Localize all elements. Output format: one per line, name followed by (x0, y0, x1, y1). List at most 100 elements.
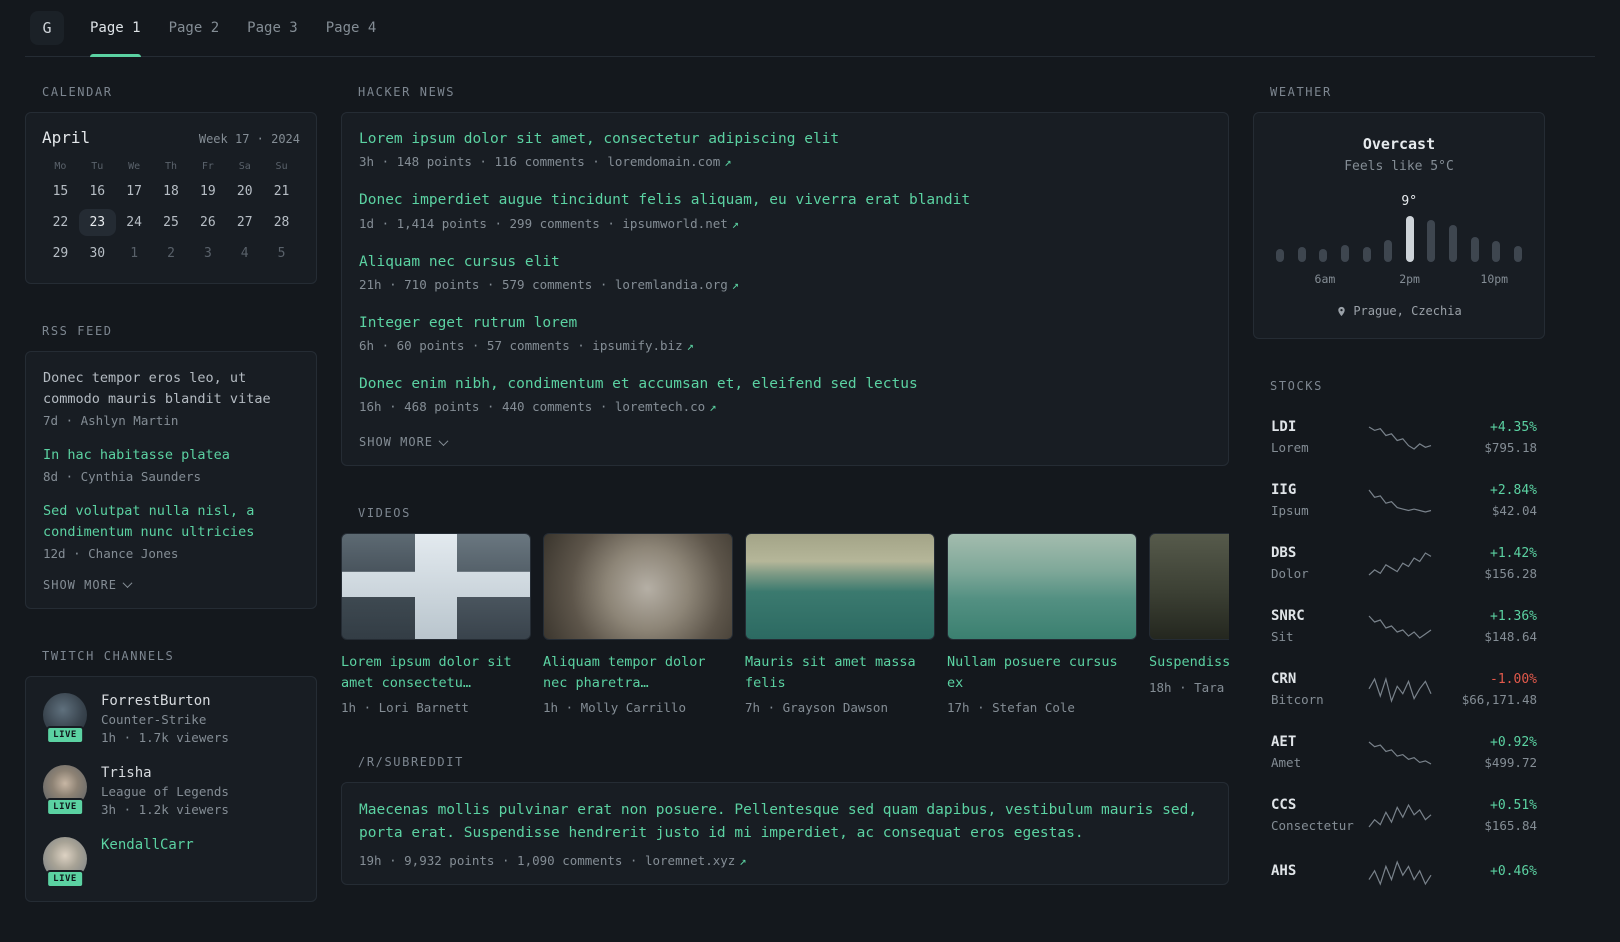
video-title[interactable]: Aliquam tempor dolor nec pharetra… (543, 652, 733, 693)
page-tabs: Page 1 Page 2 Page 3 Page 4 (90, 0, 377, 57)
tab-page-2[interactable]: Page 2 (169, 0, 220, 56)
rss-item-title[interactable]: Donec tempor eros leo, ut commodo mauris… (43, 368, 299, 410)
stock-change: +1.42% (1490, 546, 1537, 561)
calendar-day[interactable]: 22 (42, 209, 79, 236)
sparkline-chart (1368, 676, 1432, 703)
calendar-day[interactable]: 24 (116, 209, 153, 236)
rss-widget: RSS FEED Donec tempor eros leo, ut commo… (25, 324, 317, 609)
hn-story-stats: 1d · 1,414 points · 299 comments · (359, 215, 623, 231)
hn-story-domain[interactable]: loremdomain.com (607, 154, 720, 169)
stock-name: Sit (1271, 629, 1294, 644)
tab-page-3[interactable]: Page 3 (247, 0, 298, 56)
hn-story-title[interactable]: Lorem ipsum dolor sit amet, consectetur … (359, 129, 1211, 149)
tab-page-1[interactable]: Page 1 (90, 0, 141, 57)
video-thumbnail[interactable] (1149, 533, 1229, 641)
twitch-channel[interactable]: LIVE Trisha League of Legends 3h · 1.2k vie… (43, 764, 299, 817)
hn-story-title[interactable]: Integer eget rutrum lorem (359, 313, 1211, 333)
subreddit-post-domain[interactable]: loremnet.xyz (645, 853, 735, 868)
stock-sparkline (1367, 488, 1433, 514)
video-title[interactable]: Mauris sit amet massa felis (745, 652, 935, 693)
video-title[interactable]: Lorem ipsum dolor sit amet consectetu… (341, 652, 531, 693)
calendar-day[interactable]: 30 (79, 240, 116, 267)
twitch-section-title: TWITCH CHANNELS (42, 648, 175, 663)
calendar-day[interactable]: 16 (79, 178, 116, 205)
video-card[interactable]: Lorem ipsum dolor sit amet consectetu… 1h… (341, 533, 531, 715)
video-thumbnail[interactable] (543, 533, 733, 641)
stocks-list: LDI Lorem +4.35% $795.18 IIG Ipsum +2.84% $42.0… (1253, 406, 1545, 899)
video-card[interactable]: Suspendisse diam 18h · Tara (1149, 533, 1229, 715)
video-card[interactable]: Mauris sit amet massa felis 7h · Grayson … (745, 533, 935, 715)
video-title[interactable]: Nullam posuere cursus ex (947, 652, 1137, 693)
stock-info: AHS (1271, 863, 1367, 884)
calendar-day[interactable]: 2 (153, 240, 190, 267)
hn-story-meta: 16h · 468 points · 440 comments · loremt… (359, 399, 1211, 414)
calendar-day[interactable]: 27 (226, 209, 263, 236)
stock-row[interactable]: AHS +0.46% (1253, 847, 1545, 899)
videos-row: Lorem ipsum dolor sit amet consectetu… 1h… (341, 533, 1229, 715)
stock-change: +0.92% (1490, 735, 1537, 750)
stock-row[interactable]: IIG Ipsum +2.84% $42.04 (1253, 469, 1545, 532)
stock-row[interactable]: CCS Consectetur +0.51% $165.84 (1253, 784, 1545, 847)
subreddit-post-title[interactable]: Maecenas mollis pulvinar erat non posuer… (359, 799, 1211, 845)
stock-info: DBS Dolor (1271, 545, 1367, 582)
sparkline-chart (1368, 489, 1432, 513)
calendar-day[interactable]: 5 (263, 240, 300, 267)
video-thumbnail[interactable] (745, 533, 935, 641)
calendar-day[interactable]: 21 (263, 178, 300, 205)
hn-story-title[interactable]: Donec enim nibh, condimentum et accumsan… (359, 374, 1211, 394)
channel-avatar: LIVE (43, 836, 87, 888)
twitch-channel[interactable]: LIVE KendallCarr (43, 836, 299, 888)
stock-row[interactable]: LDI Lorem +4.35% $795.18 (1253, 406, 1545, 469)
calendar-day[interactable]: 26 (189, 209, 226, 236)
calendar-day[interactable]: 29 (42, 240, 79, 267)
stock-row[interactable]: AET Amet +0.92% $499.72 (1253, 721, 1545, 784)
video-thumbnail[interactable] (947, 533, 1137, 641)
video-card[interactable]: Aliquam tempor dolor nec pharetra… 1h · M… (543, 533, 733, 715)
video-title[interactable]: Suspendisse diam (1149, 652, 1229, 672)
stock-change: +1.36% (1490, 609, 1537, 624)
calendar-day[interactable]: 3 (189, 240, 226, 267)
hn-story-stats: 3h · 148 points · 116 comments · (359, 154, 608, 170)
calendar-section-title: CALENDAR (42, 85, 113, 99)
hn-story: Donec imperdiet augue tincidunt felis al… (359, 190, 1211, 230)
hn-story-meta: 1d · 1,414 points · 299 comments · ipsum… (359, 216, 1211, 231)
calendar-day[interactable]: 1 (116, 240, 153, 267)
tab-page-4[interactable]: Page 4 (326, 0, 377, 56)
calendar-day[interactable]: 15 (42, 178, 79, 205)
twitch-channel[interactable]: LIVE ForrestBurton Counter-Strike 1h · 1.7k… (43, 692, 299, 745)
rss-item-title[interactable]: In hac habitasse platea (43, 445, 299, 466)
twitch-widget: TWITCH CHANNELS LIVE ForrestBurton Counter… (25, 649, 317, 902)
channel-name[interactable]: Trisha (101, 765, 229, 781)
hn-story-domain[interactable]: ipsumworld.net (622, 216, 727, 231)
channel-name[interactable]: KendallCarr (101, 837, 194, 853)
calendar-day[interactable]: 18 (153, 178, 190, 205)
video-card[interactable]: Nullam posuere cursus ex 17h · Stefan Col… (947, 533, 1137, 715)
calendar-day[interactable]: 25 (153, 209, 190, 236)
hackernews-show-more-button[interactable]: SHOW MORE (359, 435, 449, 449)
calendar-day[interactable]: 23 (78, 209, 116, 236)
weather-bar (1276, 249, 1284, 262)
rss-show-more-button[interactable]: SHOW MORE (43, 578, 133, 592)
video-thumbnail[interactable] (341, 533, 531, 641)
calendar-day[interactable]: 28 (263, 209, 300, 236)
stock-row[interactable]: DBS Dolor +1.42% $156.28 (1253, 532, 1545, 595)
channel-avatar: LIVE (43, 692, 87, 744)
calendar-day[interactable]: 4 (226, 240, 263, 267)
stock-row[interactable]: CRN Bitcorn -1.00% $66,171.48 (1253, 658, 1545, 721)
stock-row[interactable]: SNRC Sit +1.36% $148.64 (1253, 595, 1545, 658)
hn-story-domain[interactable]: ipsumify.biz (592, 338, 682, 353)
rss-item-title[interactable]: Sed volutpat nulla nisl, a condimentum n… (43, 501, 299, 543)
hn-story-title[interactable]: Donec imperdiet augue tincidunt felis al… (359, 190, 1211, 210)
hn-story-domain[interactable]: loremtech.co (615, 399, 705, 414)
stock-sparkline (1367, 740, 1433, 766)
app-logo[interactable]: G (30, 11, 64, 45)
calendar-day[interactable]: 19 (189, 178, 226, 205)
stock-symbol: DBS (1271, 545, 1297, 561)
hn-story-title[interactable]: Aliquam nec cursus elit (359, 252, 1211, 272)
calendar-day[interactable]: 17 (116, 178, 153, 205)
rss-item-meta: 12d · Chance Jones (43, 545, 179, 561)
calendar-day[interactable]: 20 (226, 178, 263, 205)
hn-story-domain[interactable]: loremlandia.org (615, 277, 728, 292)
channel-name[interactable]: ForrestBurton (101, 693, 229, 709)
stock-values: +1.42% $156.28 (1433, 545, 1537, 582)
